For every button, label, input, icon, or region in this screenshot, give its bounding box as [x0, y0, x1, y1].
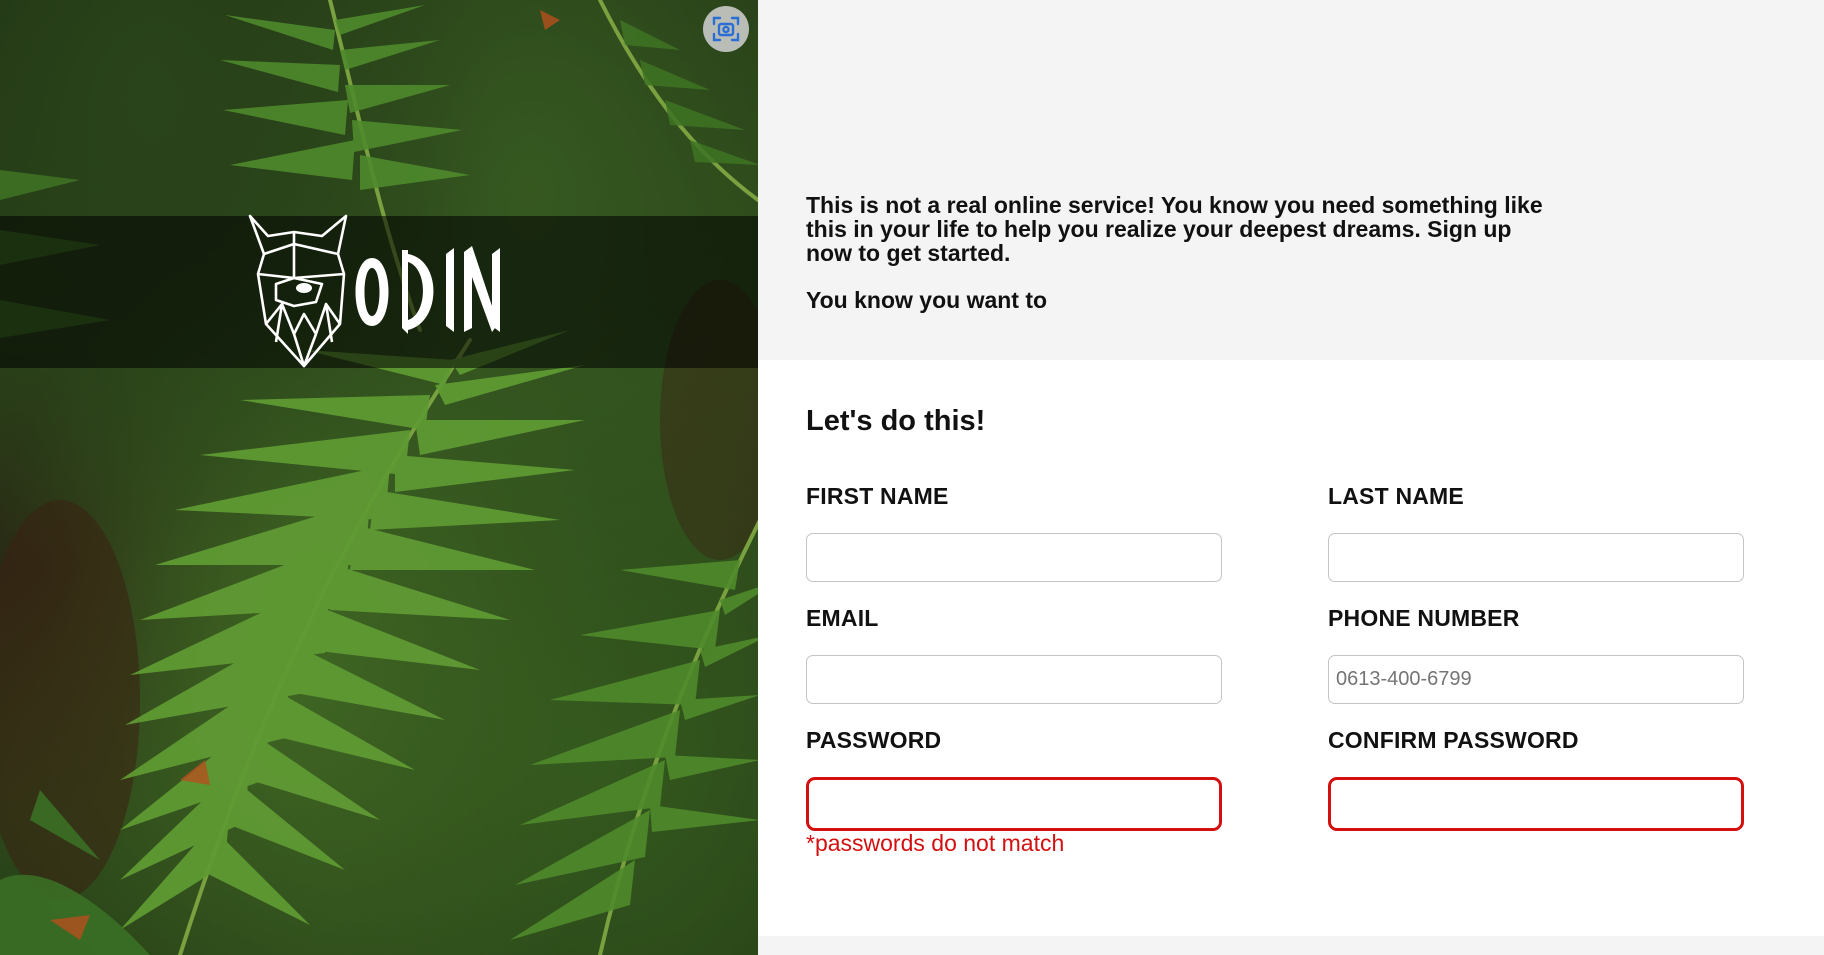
- odin-logo: [248, 214, 500, 368]
- confirm-password-label: CONFIRM PASSWORD: [1328, 727, 1579, 753]
- screenshot-button[interactable]: [703, 6, 749, 52]
- phone-label: PHONE NUMBER: [1328, 605, 1520, 631]
- fern-background-image: [0, 0, 758, 955]
- intro-section: This is not a real online service! You k…: [758, 0, 1824, 360]
- form-title: Let's do this!: [806, 405, 986, 437]
- confirm-password-input[interactable]: [1328, 777, 1744, 831]
- signup-form: Let's do this! FIRST NAME LAST NAME EMAI…: [758, 360, 1824, 936]
- intro-tagline: You know you want to: [806, 287, 1048, 313]
- intro-text: This is not a real online service! You k…: [806, 192, 1543, 266]
- email-label: EMAIL: [806, 605, 879, 631]
- phone-input[interactable]: [1328, 655, 1744, 704]
- screenshot-icon: [712, 16, 740, 42]
- bottom-strip: [758, 936, 1824, 955]
- password-label: PASSWORD: [806, 727, 942, 753]
- password-input[interactable]: [806, 777, 1222, 831]
- first-name-label: FIRST NAME: [806, 483, 949, 509]
- first-name-input[interactable]: [806, 533, 1222, 582]
- last-name-input[interactable]: [1328, 533, 1744, 582]
- hero-image-panel: [0, 0, 758, 955]
- email-input[interactable]: [806, 655, 1222, 704]
- last-name-label: LAST NAME: [1328, 483, 1464, 509]
- password-error-message: *passwords do not match: [806, 830, 1065, 856]
